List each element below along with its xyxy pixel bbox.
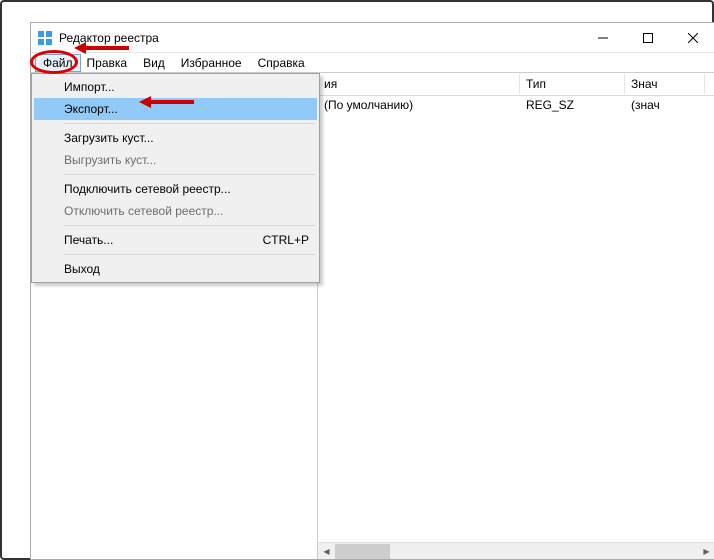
menu-item[interactable]: Подключить сетевой реестр... xyxy=(34,178,317,200)
maximize-button[interactable] xyxy=(625,23,670,53)
scroll-right-icon[interactable]: ▶ xyxy=(698,543,714,560)
menu-item[interactable]: Печать... CTRL+P xyxy=(34,229,317,251)
menu-separator xyxy=(64,123,315,124)
registry-editor-window: Редактор реестра Файл Правка Вид Избранн… xyxy=(30,22,714,560)
file-menu-dropdown: Импорт... Экспорт... Загрузить куст... Выгр… xyxy=(31,73,320,283)
app-icon xyxy=(37,30,53,46)
menu-item-label: Выгрузить куст... xyxy=(64,153,156,167)
menu-item-label: Отключить сетевой реестр... xyxy=(64,204,223,218)
scroll-thumb[interactable] xyxy=(335,544,390,559)
scroll-left-icon[interactable]: ◀ xyxy=(318,543,335,560)
menu-item-label: Подключить сетевой реестр... xyxy=(64,182,231,196)
menu-item: Выгрузить куст... xyxy=(34,149,317,171)
menu-item-label: Печать... xyxy=(64,233,113,247)
menu-item: Отключить сетевой реестр... xyxy=(34,200,317,222)
menu-item[interactable]: Загрузить куст... xyxy=(34,127,317,149)
menu-item-label: Импорт... xyxy=(64,80,115,94)
col-type[interactable]: Тип xyxy=(520,74,625,94)
menubar: Файл Правка Вид Избранное Справка xyxy=(31,53,714,73)
menu-item-label: Загрузить куст... xyxy=(64,131,154,145)
cell-type: REG_SZ xyxy=(520,98,625,112)
col-value[interactable]: Знач xyxy=(625,74,705,94)
menu-item[interactable]: Экспорт... xyxy=(34,98,317,120)
horizontal-scrollbar[interactable]: ◀ ▶ xyxy=(318,542,714,559)
menu-item-label: Экспорт... xyxy=(64,102,118,116)
minimize-button[interactable] xyxy=(580,23,625,53)
cell-value: (знач xyxy=(625,98,705,112)
menu-separator xyxy=(64,174,315,175)
close-button[interactable] xyxy=(670,23,714,53)
menu-help[interactable]: Справка xyxy=(250,54,313,72)
titlebar: Редактор реестра xyxy=(31,23,714,53)
menu-separator xyxy=(64,254,315,255)
window-title: Редактор реестра xyxy=(59,31,159,45)
content-area: ия Тип Знач (По умолчанию) REG_SZ (знач … xyxy=(31,73,714,559)
menu-edit[interactable]: Правка xyxy=(79,54,136,72)
values-pane: ия Тип Знач (По умолчанию) REG_SZ (знач … xyxy=(318,73,714,559)
menu-item-label: Выход xyxy=(64,262,100,276)
list-header: ия Тип Знач xyxy=(318,73,714,96)
menu-item-shortcut: CTRL+P xyxy=(263,233,309,247)
list-body[interactable]: (По умолчанию) REG_SZ (знач xyxy=(318,96,714,542)
list-row[interactable]: (По умолчанию) REG_SZ (знач xyxy=(318,96,714,114)
menu-item[interactable]: Выход xyxy=(34,258,317,280)
menu-view[interactable]: Вид xyxy=(135,54,173,72)
menu-favorites[interactable]: Избранное xyxy=(173,54,250,72)
menu-file[interactable]: Файл xyxy=(35,54,81,72)
menu-separator xyxy=(64,225,315,226)
cell-name: (По умолчанию) xyxy=(318,98,520,112)
menu-item[interactable]: Импорт... xyxy=(34,76,317,98)
col-name[interactable]: ия xyxy=(318,74,520,94)
